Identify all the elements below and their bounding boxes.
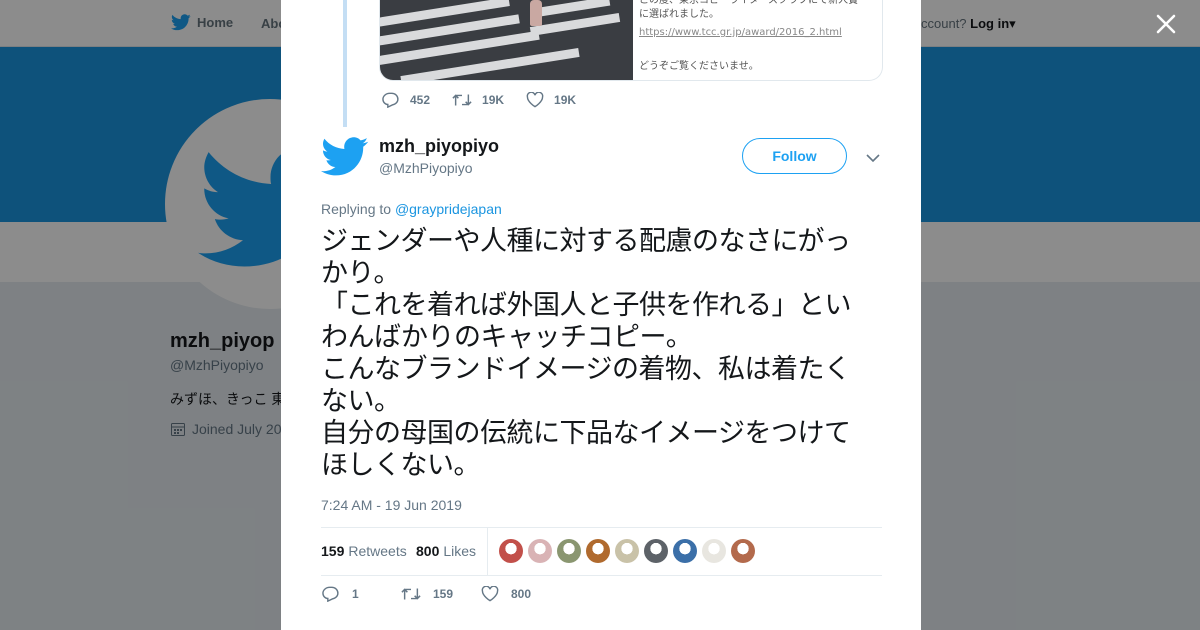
tweet-text-line: ない。: [321, 386, 401, 417]
author-name[interactable]: mzh_piyopiyo: [379, 136, 499, 157]
likes-count: 800: [416, 543, 440, 559]
close-icon[interactable]: [1153, 11, 1179, 37]
stats-divider: [487, 528, 488, 575]
tweet-stats: 159 Retweets 800 Likes: [321, 527, 882, 576]
tweet-text-line: こんなブランドイメージの着物、私は着たく: [321, 354, 851, 385]
tweet-timestamp[interactable]: 7:24 AM - 19 Jun 2019: [321, 497, 462, 513]
media-caption: この度、東京コピーライターズクラブにて新人賞 に選ばれました。 https://…: [633, 0, 882, 80]
retweet-count: 159: [433, 587, 454, 601]
retweets-count: 159: [321, 543, 345, 559]
thread-line: [343, 0, 347, 127]
like-count: 800: [511, 587, 532, 601]
replying-to: Replying to @graypridejapan: [321, 201, 502, 217]
media-closing: どうぞご覧くださいませ。: [639, 61, 759, 72]
tweet-modal: この度、東京コピーライターズクラブにて新人賞 に選ばれました。 https://…: [281, 0, 921, 630]
tweet-text-line: ほしくない。: [321, 450, 481, 481]
reply-count: 1: [352, 587, 359, 601]
reply-icon: [322, 586, 339, 602]
tweet-text-line: 自分の母国の伝統に下品なイメージをつけて: [321, 418, 851, 449]
replying-to-link[interactable]: @graypridejapan: [395, 201, 502, 217]
quoted-like-action[interactable]: 19K: [526, 92, 576, 108]
crosswalk-photo: [380, 0, 633, 80]
quoted-retweet-action[interactable]: 19K: [452, 92, 504, 108]
quoted-like-count: 19K: [554, 93, 577, 107]
liker-avatars: [499, 539, 755, 563]
liker-avatar[interactable]: [673, 539, 697, 563]
likes-label: Likes: [443, 543, 477, 559]
media-link[interactable]: https://www.tcc.gr.jp/award/2016_2.html: [639, 24, 876, 42]
chevron-down-icon[interactable]: [865, 150, 881, 166]
tweet-text-line: 「これを着れば外国人と子供を作れる」とい: [321, 290, 852, 321]
liker-avatar[interactable]: [644, 539, 668, 563]
liker-avatar[interactable]: [702, 539, 726, 563]
replying-prefix: Replying to: [321, 201, 392, 217]
heart-icon: [481, 586, 499, 602]
tweet-text-line: わんばかりのキャッチコピー。: [321, 322, 693, 353]
likes-stat[interactable]: 800 Likes: [416, 543, 476, 559]
retweets-stat[interactable]: 159 Retweets: [321, 543, 407, 559]
tweet-actions: 1 159 800: [321, 586, 561, 602]
reply-icon: [382, 92, 399, 108]
liker-avatar[interactable]: [499, 539, 523, 563]
liker-avatar[interactable]: [586, 539, 610, 563]
author-handle[interactable]: @MzhPiyopiyo: [379, 160, 473, 176]
figure-silhouette: [530, 0, 542, 26]
liker-avatar[interactable]: [528, 539, 552, 563]
tweet-text-line: かり。: [321, 258, 400, 289]
retweet-icon: [452, 94, 472, 106]
retweet-action[interactable]: 159: [401, 586, 481, 602]
quoted-tweet-media[interactable]: この度、東京コピーライターズクラブにて新人賞 に選ばれました。 https://…: [379, 0, 883, 81]
tweet-text: ジェンダーや人種に対する配慮のなさにがっ かり。 「これを着れば外国人と子供を作…: [321, 226, 886, 482]
quoted-reply-count: 452: [410, 93, 431, 107]
quoted-actions: 452 19K 19K: [381, 92, 576, 108]
retweet-icon: [401, 588, 421, 600]
quoted-reply-action[interactable]: 452: [381, 92, 430, 108]
heart-icon: [526, 92, 544, 108]
tweet-text-line: ジェンダーや人種に対する配慮のなさにがっ: [321, 226, 851, 257]
reply-action[interactable]: 1: [321, 586, 401, 602]
author-avatar-icon[interactable]: [321, 133, 369, 181]
liker-avatar[interactable]: [731, 539, 755, 563]
retweets-label: Retweets: [348, 543, 407, 559]
liker-avatar[interactable]: [557, 539, 581, 563]
liker-avatar[interactable]: [615, 539, 639, 563]
like-action[interactable]: 800: [481, 586, 561, 602]
follow-button[interactable]: Follow: [742, 138, 847, 174]
quoted-retweet-count: 19K: [482, 93, 505, 107]
media-caption-line: に選ばれました。: [639, 9, 719, 20]
